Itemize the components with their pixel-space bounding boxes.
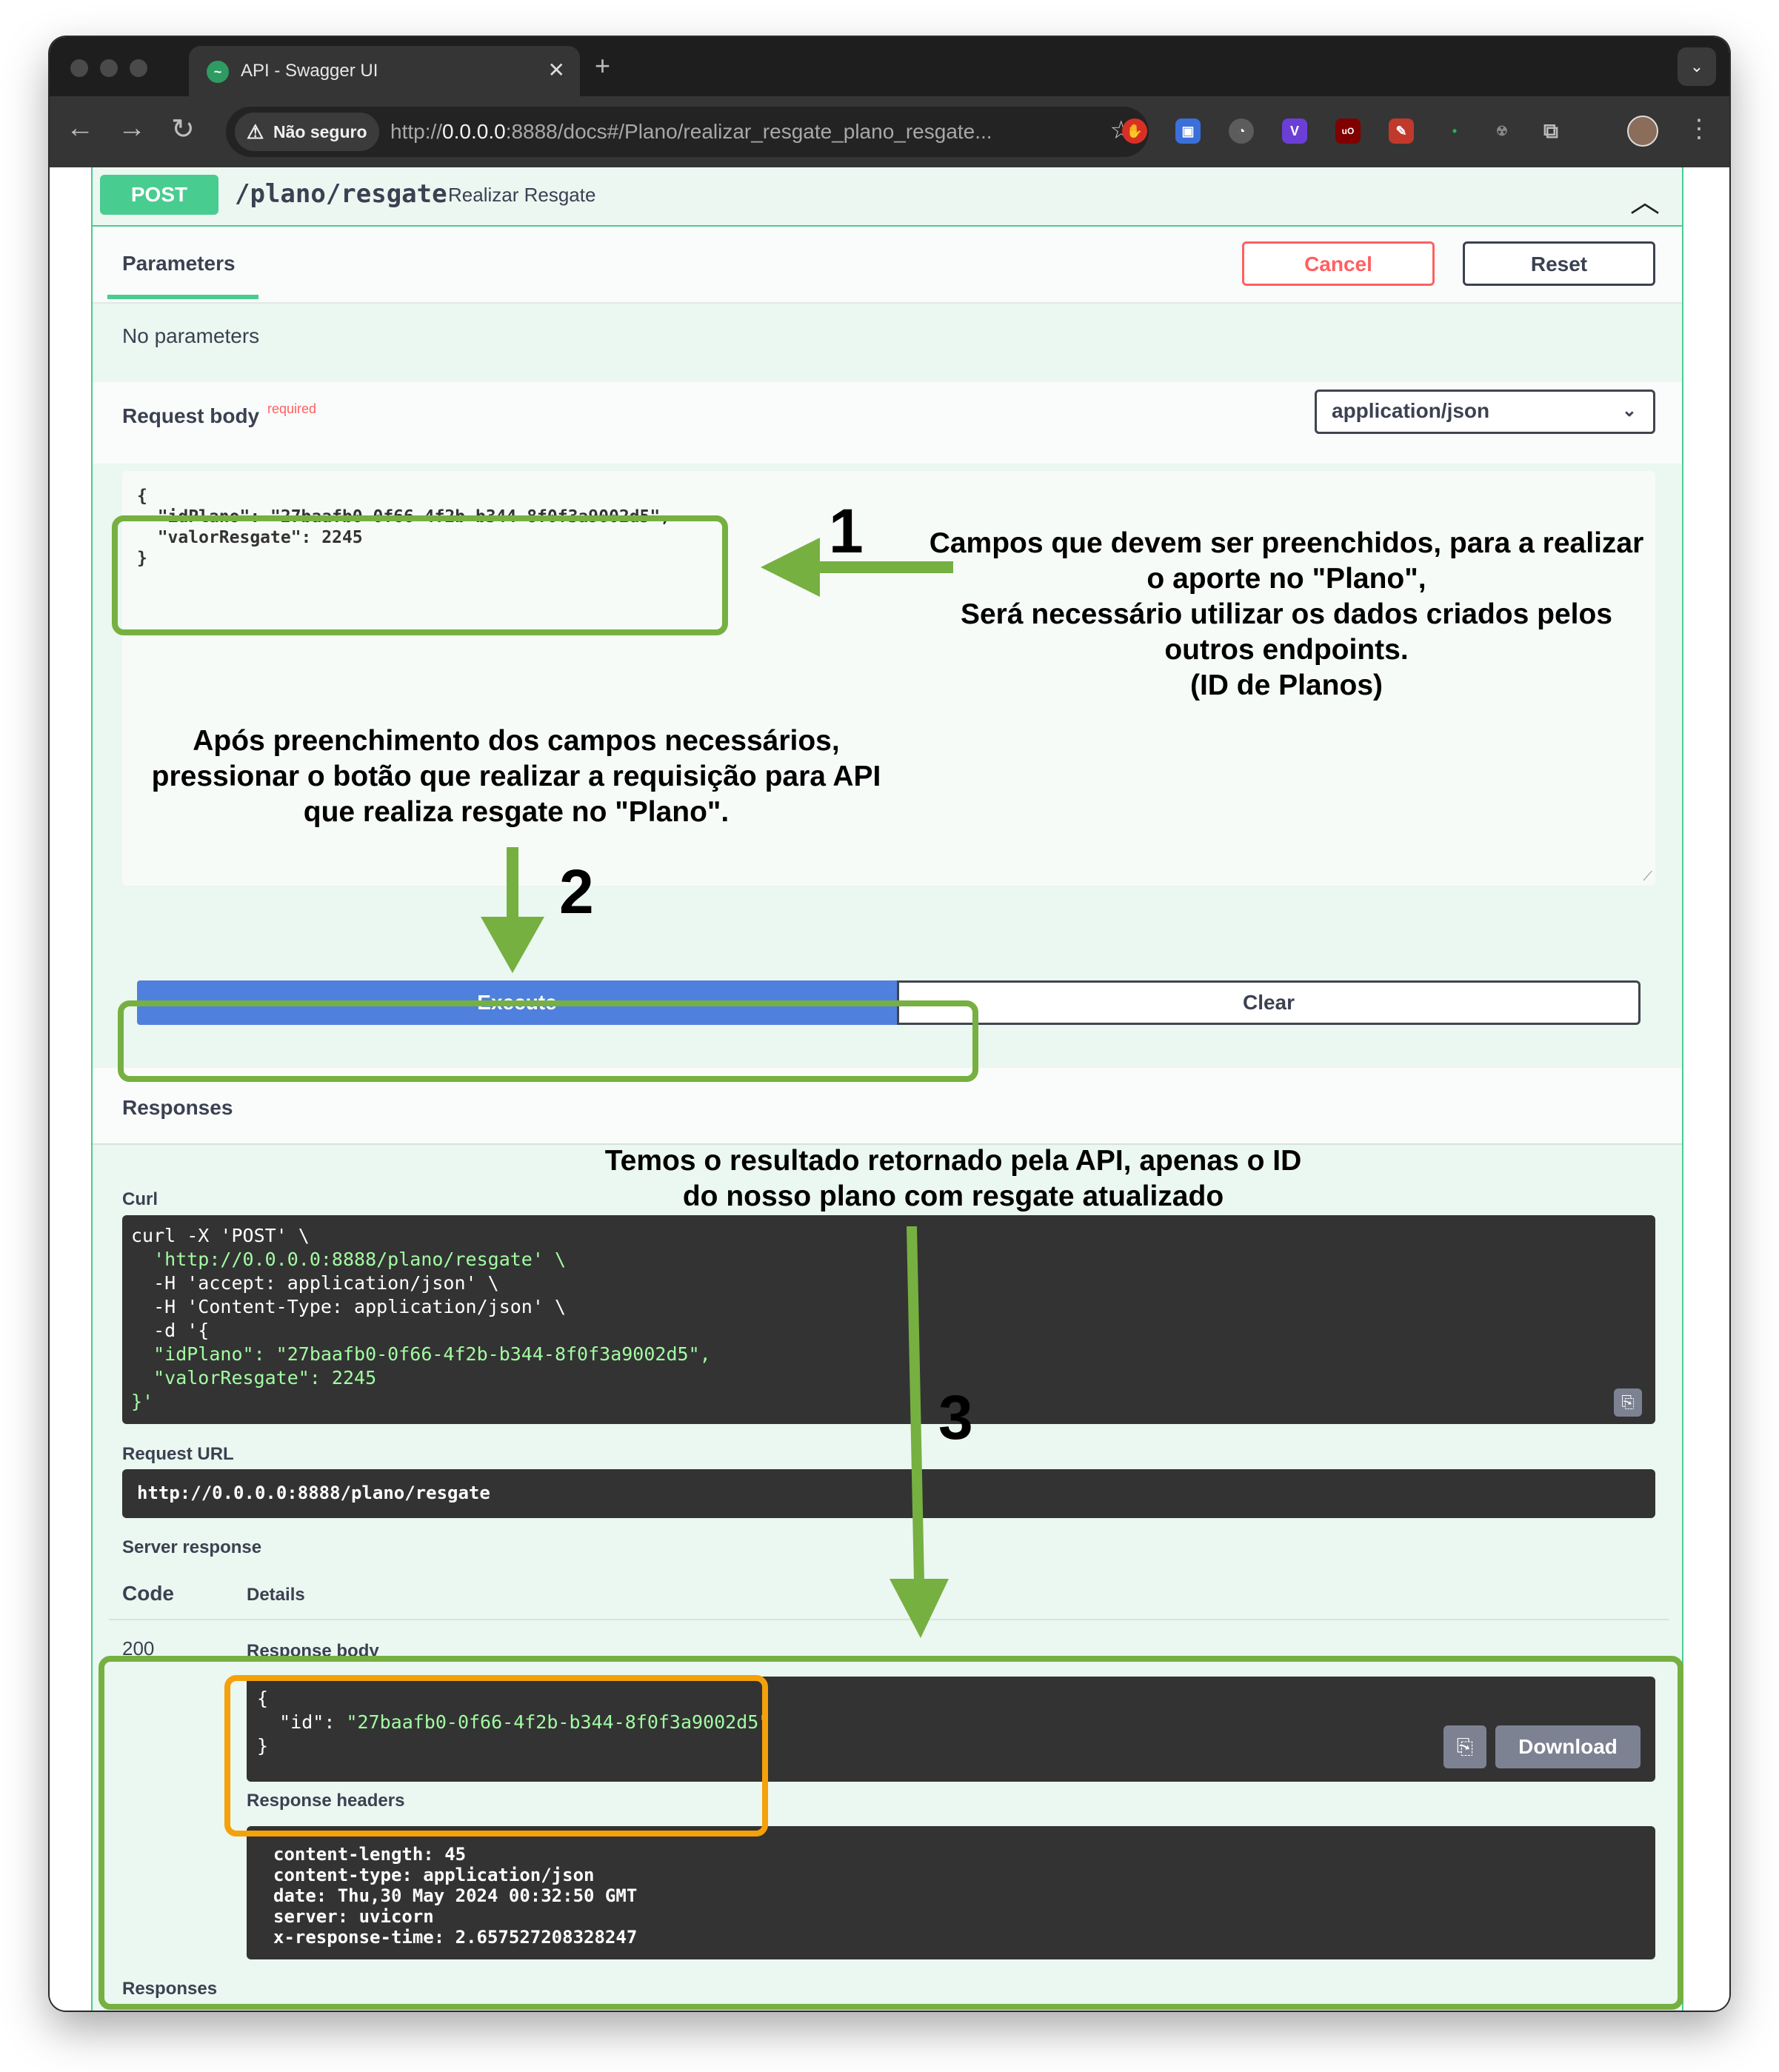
curl-line: -H 'accept: application/json' \ <box>131 1272 499 1294</box>
extension-dot-icon[interactable]: • <box>1442 118 1467 144</box>
maximize-window-button[interactable] <box>130 59 147 77</box>
details-column-header: Details <box>247 1585 305 1605</box>
swagger-page: POST /plano/resgate Realizar Resgate ︿ P… <box>50 167 1729 2011</box>
forward-arrow-icon[interactable]: → <box>118 113 146 144</box>
step-3-text: Temos o resultado retornado pela API, ap… <box>583 1143 1324 1214</box>
content-type-select[interactable]: application/json ⌄ <box>1315 390 1655 434</box>
curl-line: "idPlano": "27baafb0-0f66-4f2b-b344-8f0f… <box>131 1343 711 1365</box>
extension-ublock-icon[interactable]: uO <box>1335 118 1361 144</box>
highlight-execute <box>118 1000 978 1082</box>
curl-line: 'http://0.0.0.0:8888/plano/resgate' \ <box>131 1249 566 1270</box>
method-badge: POST <box>100 175 218 215</box>
curl-line: curl -X 'POST' \ <box>131 1225 310 1246</box>
extensions-puzzle-icon[interactable]: ⧉ <box>1538 118 1563 144</box>
code-column-header: Code <box>122 1582 174 1605</box>
curl-line: }' <box>131 1391 154 1412</box>
parameters-header: Parameters Cancel Reset <box>93 227 1682 304</box>
request-body-label: Request body <box>122 404 260 427</box>
tab-search-chevron-icon[interactable]: ⌄ <box>1678 47 1716 86</box>
extension-radiation-icon[interactable]: ☢ <box>1489 118 1515 144</box>
request-url-label: Request URL <box>122 1444 234 1464</box>
warning-icon: ⚠ <box>247 121 264 143</box>
url-text[interactable]: http://0.0.0.0:8888/docs#/Plano/realizar… <box>390 120 992 144</box>
curl-line: -H 'Content-Type: application/json' \ <box>131 1296 566 1317</box>
annotation-line: Temos o resultado retornado pela API, ap… <box>604 1145 1302 1177</box>
highlight-request-body <box>112 515 728 635</box>
extension-gauge-icon[interactable]: ◔ <box>1229 118 1254 144</box>
close-window-button[interactable] <box>70 59 88 77</box>
extension-wand-icon[interactable]: ✎ <box>1389 118 1414 144</box>
json-line: { <box>137 487 147 506</box>
swagger-favicon-icon: ~ <box>207 61 229 83</box>
highlight-response-body <box>224 1675 768 1837</box>
no-parameters-text: No parameters <box>122 324 260 347</box>
clear-button[interactable]: Clear <box>897 980 1641 1025</box>
extension-v-icon[interactable]: V <box>1282 118 1307 144</box>
step-3-number: 3 <box>938 1383 973 1452</box>
step-1-number: 1 <box>829 496 864 566</box>
content-type-value: application/json <box>1332 399 1490 422</box>
request-url-text: http://0.0.0.0:8888/plano/resgate <box>137 1483 490 1503</box>
new-tab-icon[interactable]: + <box>595 50 610 81</box>
tab-strip: ~ API - Swagger UI ✕ + ⌄ <box>50 37 1729 96</box>
extension-screen-icon[interactable]: ▣ <box>1175 118 1201 144</box>
operation-description: Realizar Resgate <box>448 184 596 206</box>
close-tab-icon[interactable]: ✕ <box>548 58 565 82</box>
step-2-text: Após preenchimento dos campos necessário… <box>131 723 901 830</box>
url-rest: :8888/docs#/Plano/realizar_resgate_plano… <box>505 120 992 143</box>
browser-tab[interactable]: ~ API - Swagger UI ✕ <box>189 46 580 96</box>
annotation-line: Campos que devem ser preenchidos, para a… <box>929 527 1644 559</box>
url-prefix: http:// <box>390 120 443 143</box>
responses-title: Responses <box>122 1096 233 1119</box>
copy-curl-icon[interactable]: ⎘ <box>1614 1388 1642 1417</box>
security-chip[interactable]: ⚠ Não seguro <box>235 113 379 151</box>
active-tab-indicator <box>107 295 258 299</box>
curl-line: -d '{ <box>131 1320 210 1341</box>
resize-handle-icon[interactable]: ⟋ <box>1643 869 1652 884</box>
collapse-chevron-icon[interactable]: ︿ <box>1630 178 1660 221</box>
tab-title: API - Swagger UI <box>241 61 378 81</box>
minimize-window-button[interactable] <box>100 59 118 77</box>
server-response-label: Server response <box>122 1537 262 1557</box>
reset-button[interactable]: Reset <box>1463 241 1655 286</box>
tab-parameters[interactable]: Parameters <box>122 252 236 275</box>
extension-stop-icon[interactable]: ✋ <box>1122 118 1147 144</box>
back-arrow-icon[interactable]: ← <box>66 113 94 144</box>
annotation-line: que realiza resgate no "Plano". <box>303 796 730 828</box>
address-bar[interactable]: ⚠ Não seguro http://0.0.0.0:8888/docs#/P… <box>226 107 1149 157</box>
annotation-line: Será necessário utilizar os dados criado… <box>960 598 1612 630</box>
browser-menu-icon[interactable]: ⋮ <box>1686 114 1712 144</box>
annotation-line: Após preenchimento dos campos necessário… <box>193 725 840 757</box>
annotation-line: (ID de Planos) <box>1189 669 1384 701</box>
step-2-number: 2 <box>559 857 594 926</box>
operation-path: /plano/resgate <box>235 179 447 209</box>
request-body-header: Request body required application/json ⌄ <box>93 382 1682 464</box>
step-1-text: Campos que devem ser preenchidos, para a… <box>916 526 1657 704</box>
profile-avatar[interactable] <box>1627 116 1658 147</box>
curl-line: "valorResgate": 2245 <box>131 1367 377 1388</box>
cancel-button[interactable]: Cancel <box>1242 241 1435 286</box>
annotation-line: do nosso plano com resgate atualizado <box>682 1180 1224 1212</box>
operation-summary[interactable]: POST /plano/resgate Realizar Resgate ︿ <box>93 167 1682 227</box>
curl-code: curl -X 'POST' \ 'http://0.0.0.0:8888/pl… <box>131 1224 711 1414</box>
chevron-down-icon: ⌄ <box>1621 401 1637 421</box>
required-marker: required <box>267 401 317 416</box>
curl-label: Curl <box>122 1189 158 1209</box>
annotation-line: o aporte no "Plano", <box>1146 563 1426 595</box>
annotation-line: outros endpoints. <box>1164 634 1409 666</box>
url-host: 0.0.0.0 <box>442 120 506 143</box>
arrow-down-icon <box>481 847 544 973</box>
security-label: Não seguro <box>273 122 367 141</box>
browser-window: ~ API - Swagger UI ✕ + ⌄ ← → ↻ ⚠ Não seg… <box>50 37 1729 2011</box>
reload-icon[interactable]: ↻ <box>171 113 195 146</box>
annotation-line: pressionar o botão que realizar a requis… <box>151 761 881 792</box>
browser-toolbar: ← → ↻ ⚠ Não seguro http://0.0.0.0:8888/d… <box>50 96 1729 167</box>
